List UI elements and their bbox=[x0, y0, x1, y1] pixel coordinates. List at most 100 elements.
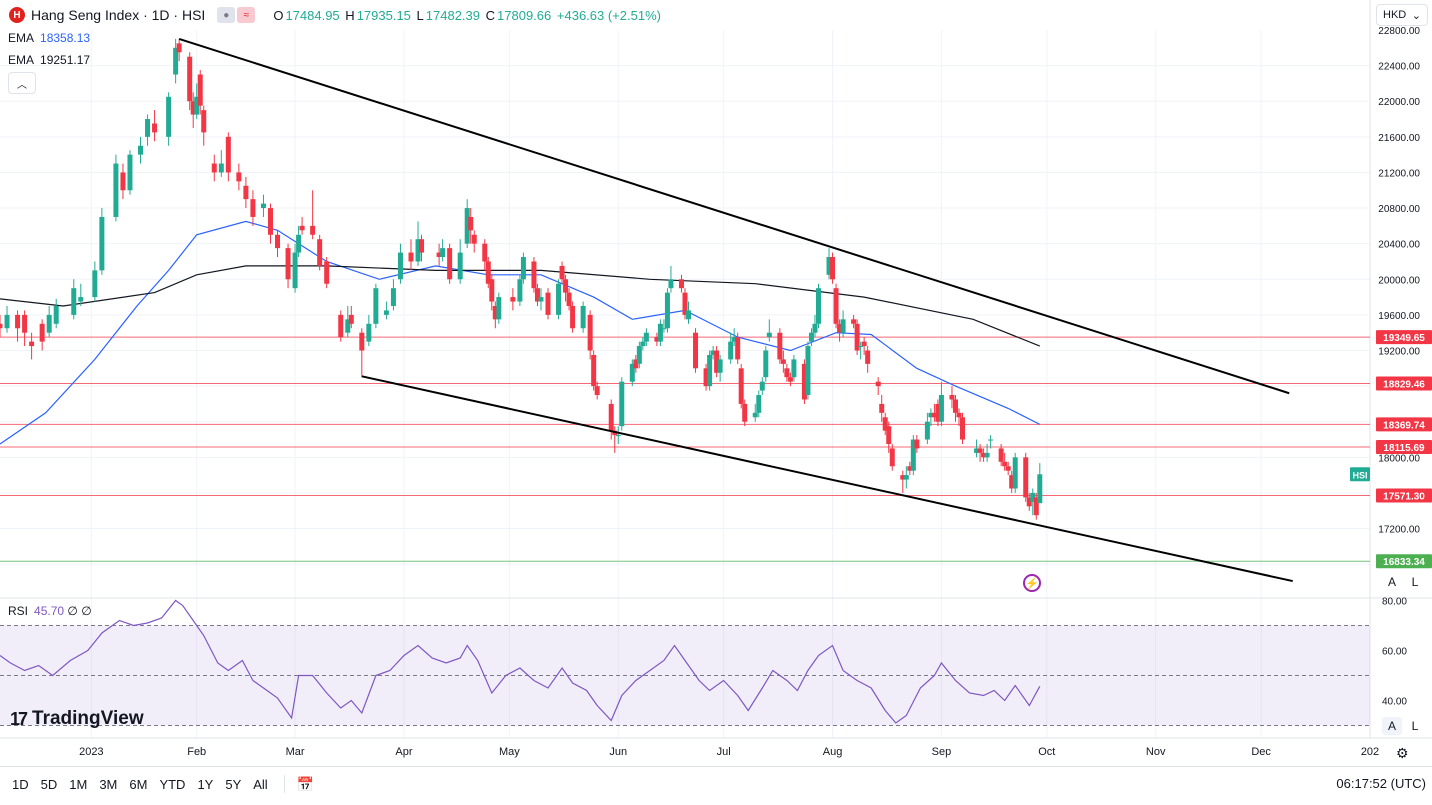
ohlc-values: O 17484.95 H 17935.15 L 17482.39 C 17809.66 … bbox=[273, 8, 663, 23]
ohlc-open-key: O bbox=[273, 7, 284, 23]
candle-body bbox=[383, 310, 389, 315]
candle-body bbox=[489, 279, 495, 302]
candle-body bbox=[201, 110, 207, 133]
candle-body bbox=[914, 439, 920, 449]
candle-body bbox=[152, 123, 158, 133]
date-range-calendar-icon[interactable]: 📅 bbox=[297, 776, 314, 793]
candle-body bbox=[22, 314, 28, 333]
time-tick-label: May bbox=[499, 746, 520, 758]
horizontal-levels bbox=[0, 336, 1370, 562]
price-level-tag-label: 17571.30 bbox=[1383, 492, 1425, 503]
utc-clock[interactable]: 06:17:52 (UTC) bbox=[1336, 776, 1426, 791]
candle-body bbox=[29, 341, 35, 347]
candle-body bbox=[594, 386, 600, 396]
candle-body bbox=[668, 279, 674, 289]
rsi-tick-label: 60.00 bbox=[1382, 647, 1407, 658]
price-tick-label: 22400.00 bbox=[1378, 62, 1420, 73]
range-1m-button[interactable]: 1M bbox=[69, 777, 87, 792]
symbol-title[interactable]: Hang Seng Index · 1D · HSI bbox=[31, 7, 205, 23]
candle-body bbox=[390, 288, 396, 306]
ema-slow-legend[interactable]: EMA 19251.17 bbox=[8, 53, 90, 67]
candle-body bbox=[39, 323, 45, 342]
candle-body bbox=[952, 399, 958, 413]
price-chart[interactable]: 22800.00 22400.00 22000.00 21600.00 21200.00… bbox=[0, 0, 1432, 805]
lightning-icon[interactable]: ⚡ bbox=[1023, 574, 1041, 592]
candle-body bbox=[373, 288, 379, 324]
settings-gear-icon[interactable]: ⚙ bbox=[1396, 745, 1409, 762]
time-tick-label: Dec bbox=[1251, 746, 1271, 758]
candle-body bbox=[784, 368, 790, 378]
candle-body bbox=[78, 297, 84, 302]
auto-scale-button[interactable]: A bbox=[1382, 573, 1402, 591]
candle-body bbox=[903, 475, 909, 480]
candle-body bbox=[1005, 466, 1011, 471]
range-1y-button[interactable]: 1Y bbox=[197, 777, 213, 792]
candle-body bbox=[752, 412, 758, 418]
collapse-legend-button[interactable]: ︿ bbox=[8, 72, 36, 94]
range-ytd-button[interactable]: YTD bbox=[159, 777, 185, 792]
range-5d-button[interactable]: 5D bbox=[41, 777, 58, 792]
candle-body bbox=[211, 163, 217, 173]
time-tick-label: Mar bbox=[286, 746, 305, 758]
candle-body bbox=[591, 354, 597, 387]
candle-body bbox=[563, 279, 569, 293]
ohlc-open: 17484.95 bbox=[285, 7, 340, 23]
trendline-lower bbox=[361, 375, 1293, 583]
candle-body bbox=[938, 395, 944, 422]
candle-body bbox=[99, 216, 105, 271]
candle-body bbox=[960, 417, 966, 440]
tradingview-logo[interactable]: 17 TradingView bbox=[10, 708, 144, 730]
candle-body bbox=[408, 252, 414, 262]
candle-body bbox=[556, 283, 562, 315]
candle-body bbox=[889, 448, 895, 467]
candle-body bbox=[225, 136, 231, 173]
log-scale-button[interactable]: L bbox=[1405, 573, 1425, 591]
range-3m-button[interactable]: 3M bbox=[99, 777, 117, 792]
candle-body bbox=[587, 314, 593, 351]
ohlc-high-key: H bbox=[345, 7, 355, 23]
candle-body bbox=[808, 332, 814, 342]
candle-body bbox=[661, 328, 667, 330]
candle-body bbox=[865, 350, 871, 364]
candle-body bbox=[440, 248, 446, 258]
candle-body bbox=[166, 96, 172, 137]
rsi-auto-scale-button[interactable]: A bbox=[1382, 717, 1402, 735]
candle-body bbox=[735, 337, 741, 360]
candle-body bbox=[468, 216, 474, 231]
chevron-down-icon: ⌄ bbox=[1411, 9, 1421, 22]
candle-body bbox=[197, 74, 203, 106]
candle-body bbox=[92, 270, 98, 298]
ohlc-low-key: L bbox=[416, 7, 424, 23]
candle-body bbox=[619, 381, 625, 427]
price-tick-label: 22800.00 bbox=[1378, 26, 1420, 37]
candle-body bbox=[71, 288, 77, 315]
candle-body bbox=[791, 359, 797, 378]
time-tick-label: Jun bbox=[609, 746, 627, 758]
rsi-value: 45.70 bbox=[34, 604, 65, 618]
data-delay-icon[interactable]: ≈ bbox=[237, 7, 256, 23]
currency-select[interactable]: HKD ⌄ bbox=[1376, 4, 1428, 26]
range-1d-button[interactable]: 1D bbox=[12, 777, 29, 792]
price-level-tag-label: 18369.74 bbox=[1383, 420, 1425, 431]
candle-body bbox=[640, 341, 646, 347]
candle-body bbox=[759, 381, 765, 391]
ema-fast-legend[interactable]: EMA 18358.13 bbox=[8, 31, 90, 45]
candle-body bbox=[643, 332, 649, 342]
candle-body bbox=[1012, 457, 1018, 489]
range-5y-button[interactable]: 5Y bbox=[225, 777, 241, 792]
rsi-tick-label: 40.00 bbox=[1382, 697, 1407, 708]
rsi-log-scale-button[interactable]: L bbox=[1405, 717, 1425, 735]
candle-body bbox=[46, 314, 52, 333]
market-closed-icon[interactable]: ● bbox=[217, 7, 236, 23]
rsi-name: RSI bbox=[8, 604, 29, 618]
rsi-legend[interactable]: RSI 45.70 ∅ ∅ bbox=[8, 604, 92, 618]
symbol-logo[interactable]: H bbox=[9, 7, 25, 23]
chart-header: H Hang Seng Index · 1D · HSI ● ≈ O 17484.… bbox=[0, 0, 663, 30]
candle-body bbox=[984, 452, 990, 458]
ema-slow-value: 19251.17 bbox=[40, 53, 91, 67]
candle-body bbox=[777, 332, 783, 360]
candle-body bbox=[338, 314, 344, 338]
time-tick-label: Oct bbox=[1038, 746, 1055, 758]
range-all-button[interactable]: All bbox=[253, 777, 267, 792]
range-6m-button[interactable]: 6M bbox=[129, 777, 147, 792]
